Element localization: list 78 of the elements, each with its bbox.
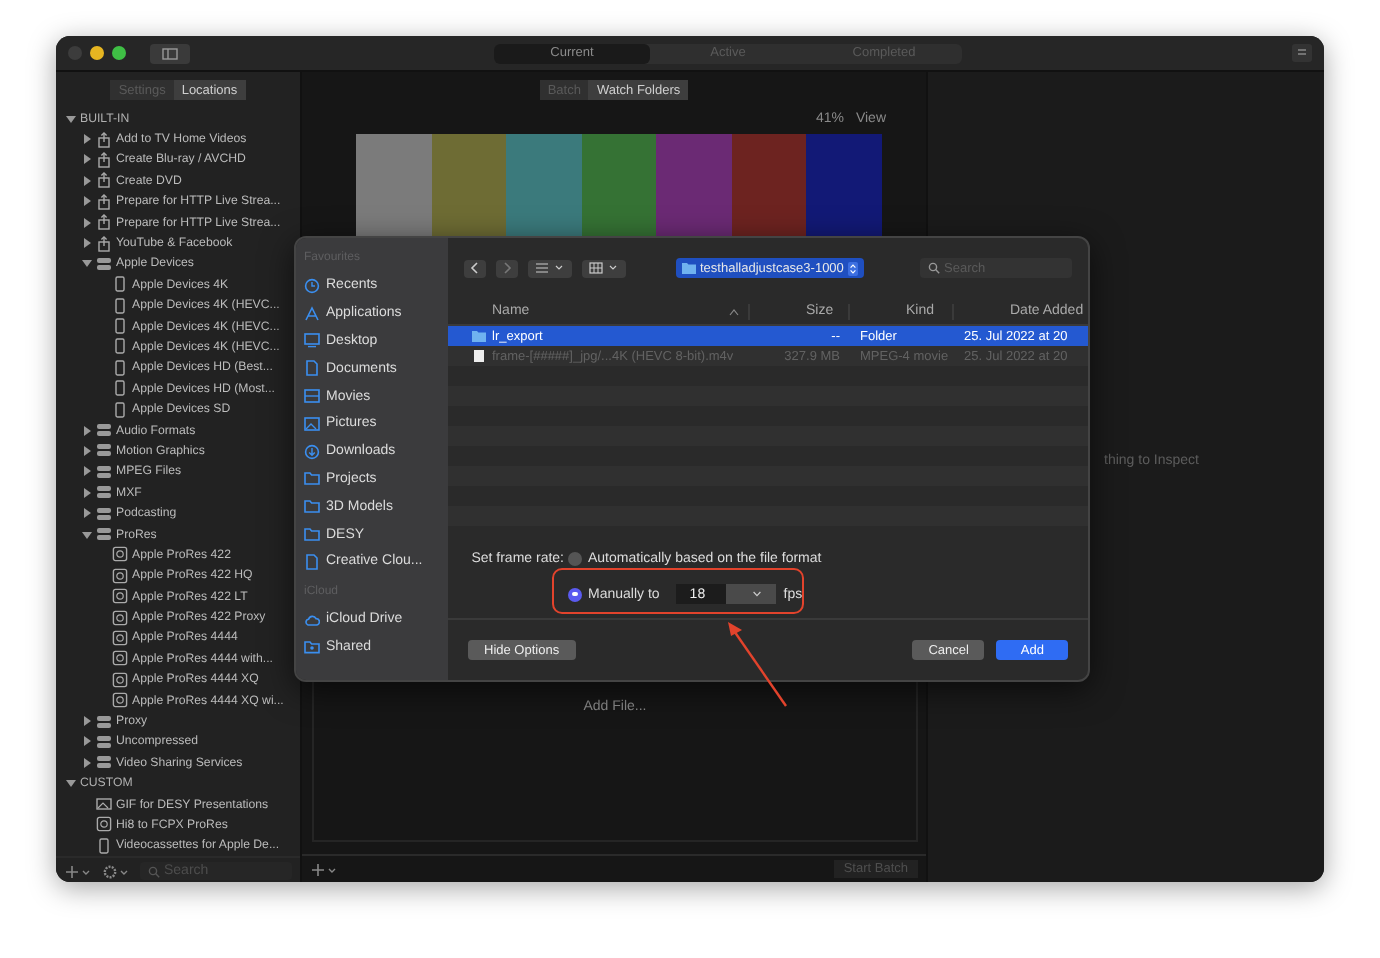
cloud-icon bbox=[304, 611, 320, 628]
expand-triangle-icon[interactable] bbox=[81, 508, 91, 519]
codec-icon bbox=[112, 546, 128, 563]
expand-triangle-icon[interactable] bbox=[81, 134, 91, 145]
back-button[interactable] bbox=[464, 259, 486, 277]
expand-triangle-icon[interactable] bbox=[81, 487, 91, 498]
settings-group-icon bbox=[96, 733, 112, 750]
share-icon bbox=[96, 151, 112, 168]
film-icon bbox=[304, 388, 320, 405]
list-view-icon bbox=[534, 262, 566, 274]
expand-triangle-icon[interactable] bbox=[81, 716, 91, 727]
phone-icon bbox=[96, 837, 112, 854]
image-file-icon bbox=[96, 796, 112, 813]
grid-view-icon bbox=[588, 262, 620, 274]
monitor-icon bbox=[304, 332, 320, 349]
radio-button[interactable] bbox=[568, 552, 582, 566]
share-icon bbox=[96, 214, 112, 231]
collapse-triangle-icon[interactable] bbox=[81, 529, 91, 539]
settings-group-icon bbox=[96, 754, 112, 771]
forward-button[interactable] bbox=[496, 259, 518, 277]
codec-icon bbox=[112, 671, 128, 688]
share-icon bbox=[96, 235, 112, 252]
folder-icon bbox=[682, 262, 696, 274]
codec-icon bbox=[112, 692, 128, 709]
list-view-button[interactable] bbox=[528, 259, 572, 277]
share-icon bbox=[96, 131, 112, 148]
codec-icon bbox=[112, 650, 128, 667]
gear-icon bbox=[102, 863, 130, 880]
inspector-icon bbox=[1292, 44, 1312, 62]
settings-group-icon bbox=[96, 422, 112, 439]
document-icon bbox=[304, 360, 320, 377]
codec-icon bbox=[112, 588, 128, 605]
sidebar-toggle-button[interactable] bbox=[150, 43, 190, 63]
expand-triangle-icon[interactable] bbox=[81, 466, 91, 477]
grid-view-button[interactable] bbox=[582, 259, 626, 277]
settings-group-icon bbox=[96, 526, 112, 542]
expand-triangle-icon[interactable] bbox=[81, 154, 91, 165]
settings-group-icon bbox=[96, 484, 112, 501]
settings-group-icon bbox=[96, 255, 112, 272]
settings-group-icon bbox=[96, 713, 112, 730]
codec-icon bbox=[112, 567, 128, 584]
download-icon bbox=[304, 443, 320, 460]
add-menu-icon bbox=[310, 861, 338, 877]
movie-file-icon bbox=[472, 350, 486, 362]
share-icon bbox=[96, 193, 112, 210]
add-menu-icon bbox=[64, 863, 92, 880]
folder-icon bbox=[472, 330, 486, 342]
picture-icon bbox=[304, 415, 320, 432]
expand-triangle-icon[interactable] bbox=[81, 736, 91, 747]
sort-ascending-icon bbox=[728, 307, 740, 315]
settings-group-icon bbox=[96, 442, 112, 459]
expand-triangle-icon[interactable] bbox=[81, 217, 91, 228]
sidebar-icon bbox=[162, 47, 178, 59]
shared-folder-icon bbox=[304, 638, 320, 655]
codec-icon bbox=[112, 609, 128, 626]
expand-triangle-icon[interactable] bbox=[81, 238, 91, 249]
expand-triangle-icon[interactable] bbox=[81, 425, 91, 436]
chevron-left-icon bbox=[470, 262, 480, 274]
collapse-triangle-icon[interactable] bbox=[81, 258, 91, 269]
expand-triangle-icon[interactable] bbox=[81, 175, 91, 186]
share-icon bbox=[96, 172, 112, 189]
radio-button[interactable] bbox=[568, 587, 582, 601]
expand-triangle-icon[interactable] bbox=[81, 445, 91, 456]
collapse-triangle-icon[interactable] bbox=[65, 778, 75, 789]
updown-icon bbox=[847, 261, 858, 275]
codec-icon bbox=[96, 816, 112, 833]
settings-group-icon bbox=[96, 463, 112, 480]
expand-triangle-icon[interactable] bbox=[81, 757, 91, 768]
applications-icon bbox=[304, 305, 320, 322]
chevron-right-icon bbox=[502, 262, 512, 274]
expand-triangle-icon[interactable] bbox=[81, 196, 91, 207]
settings-group-icon bbox=[96, 505, 112, 522]
document-icon bbox=[304, 553, 320, 570]
collapse-triangle-icon[interactable] bbox=[65, 113, 75, 124]
clock-icon bbox=[304, 277, 320, 294]
codec-icon bbox=[112, 629, 128, 646]
annotation-arrow bbox=[728, 622, 787, 707]
chevron-down-icon bbox=[752, 590, 763, 598]
